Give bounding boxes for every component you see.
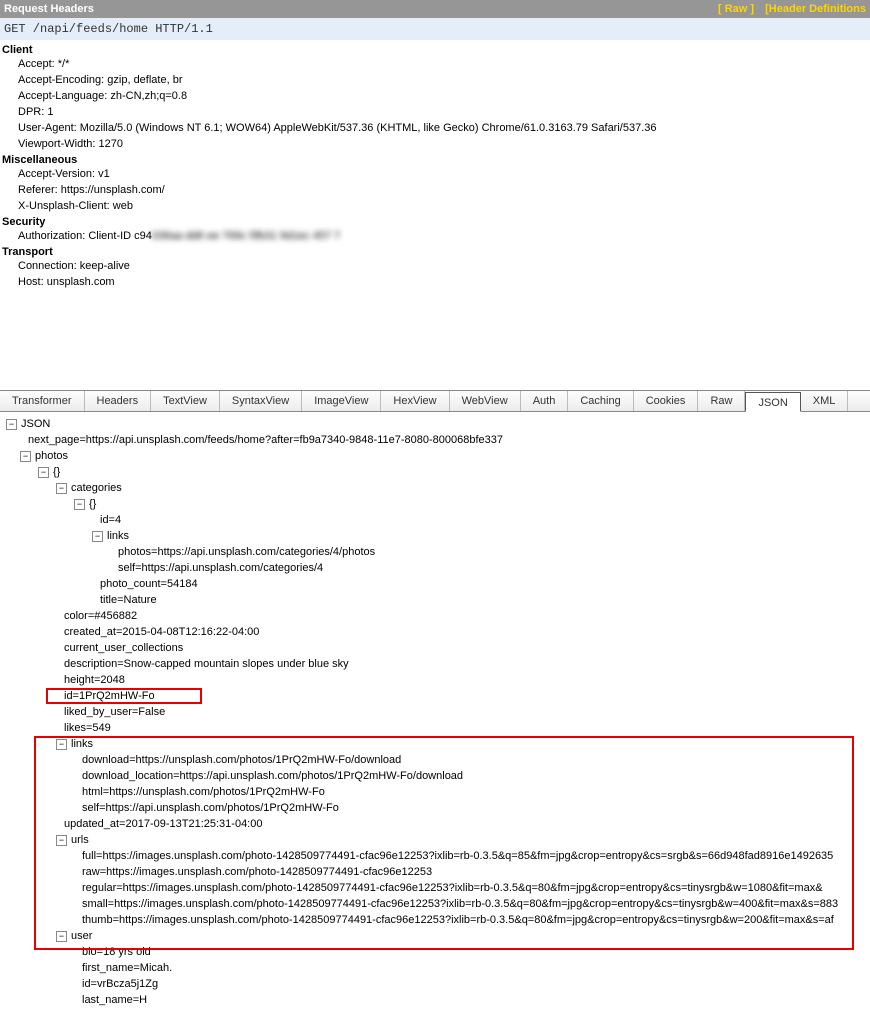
node-raw[interactable]: raw=https://images.unsplash.com/photo-14… <box>82 866 432 878</box>
hdr-accept: Accept: */* <box>0 56 870 72</box>
hdr-viewport-width: Viewport-Width: 1270 <box>0 136 870 152</box>
node-updated[interactable]: updated_at=2017-09-13T21:25:31-04:00 <box>64 818 262 830</box>
node-color[interactable]: color=#456882 <box>64 610 137 622</box>
tab-webview[interactable]: WebView <box>450 391 521 411</box>
tab-imageview[interactable]: ImageView <box>302 391 381 411</box>
hdr-accept-language: Accept-Language: zh-CN,zh;q=0.8 <box>0 88 870 104</box>
hdr-referer: Referer: https://unsplash.com/ <box>0 182 870 198</box>
node-cat-links[interactable]: links <box>107 530 129 542</box>
request-line: GET /napi/feeds/home HTTP/1.1 <box>0 18 870 40</box>
response-tabs: Transformer Headers TextView SyntaxView … <box>0 390 870 412</box>
node-user-id[interactable]: id=vrBcza5j1Zg <box>82 978 158 990</box>
tab-raw[interactable]: Raw <box>698 391 745 411</box>
panel-title: Request Headers <box>4 2 94 16</box>
hdr-accept-encoding: Accept-Encoding: gzip, deflate, br <box>0 72 870 88</box>
node-liked[interactable]: liked_by_user=False <box>64 706 165 718</box>
node-urls[interactable]: urls <box>71 834 89 846</box>
group-misc: Miscellaneous <box>0 154 870 166</box>
tab-json[interactable]: JSON <box>745 392 800 412</box>
node-cat-id[interactable]: id=4 <box>100 514 121 526</box>
hdr-dpr: DPR: 1 <box>0 104 870 120</box>
node-photos[interactable]: photos <box>35 450 68 462</box>
node-links[interactable]: links <box>71 738 93 750</box>
tab-textview[interactable]: TextView <box>151 391 220 411</box>
node-photo-count[interactable]: photo_count=54184 <box>100 578 198 590</box>
json-tree-panel: −JSON next_page=https://api.unsplash.com… <box>0 412 870 1012</box>
group-transport: Transport <box>0 246 870 258</box>
node-likes[interactable]: likes=549 <box>64 722 111 734</box>
node-cat-self[interactable]: self=https://api.unsplash.com/categories… <box>118 562 323 574</box>
node-regular[interactable]: regular=https://images.unsplash.com/phot… <box>82 882 823 894</box>
node-categories[interactable]: categories <box>71 482 122 494</box>
node-small[interactable]: small=https://images.unsplash.com/photo-… <box>82 898 838 910</box>
group-client: Client <box>0 44 870 56</box>
node-dloc[interactable]: download_location=https://api.unsplash.c… <box>82 770 463 782</box>
node-cuc[interactable]: current_user_collections <box>64 642 183 654</box>
hdr-authorization: Authorization: Client-ID c94036aa dd6 ee… <box>0 228 870 244</box>
node-obj[interactable]: {} <box>53 466 60 478</box>
tab-syntaxview[interactable]: SyntaxView <box>220 391 302 411</box>
hdr-connection: Connection: keep-alive <box>0 258 870 274</box>
node-last-name[interactable]: last_name=H <box>82 994 147 1006</box>
panel-header: Request Headers [ Raw ] [Header Definiti… <box>0 0 870 18</box>
node-cat-title[interactable]: title=Nature <box>100 594 157 606</box>
collapse-icon[interactable]: − <box>56 835 67 846</box>
node-bio[interactable]: bio=18 yrs old <box>82 946 151 958</box>
collapse-icon[interactable]: − <box>6 419 17 430</box>
header-links: [ Raw ] [Header Definitions <box>710 2 866 16</box>
tab-transformer[interactable]: Transformer <box>0 391 85 411</box>
node-user[interactable]: user <box>71 930 92 942</box>
node-cat-obj[interactable]: {} <box>89 498 96 510</box>
header-definitions-link[interactable]: [Header Definitions <box>765 3 866 15</box>
headers-panel: Client Accept: */* Accept-Encoding: gzip… <box>0 40 870 390</box>
collapse-icon[interactable]: − <box>56 931 67 942</box>
collapse-icon[interactable]: − <box>74 499 85 510</box>
node-json[interactable]: JSON <box>21 418 50 430</box>
tab-cookies[interactable]: Cookies <box>634 391 699 411</box>
tab-auth[interactable]: Auth <box>521 391 569 411</box>
json-tree[interactable]: −JSON next_page=https://api.unsplash.com… <box>6 416 864 1008</box>
tab-hexview[interactable]: HexView <box>381 391 449 411</box>
node-height[interactable]: height=2048 <box>64 674 125 686</box>
raw-link[interactable]: [ Raw ] <box>718 3 754 15</box>
tab-caching[interactable]: Caching <box>568 391 633 411</box>
collapse-icon[interactable]: − <box>38 467 49 478</box>
node-id[interactable]: id=1PrQ2mHW-Fo <box>64 690 155 702</box>
node-description[interactable]: description=Snow-capped mountain slopes … <box>64 658 349 670</box>
group-security: Security <box>0 216 870 228</box>
node-html[interactable]: html=https://unsplash.com/photos/1PrQ2mH… <box>82 786 325 798</box>
node-first-name[interactable]: first_name=Micah. <box>82 962 172 974</box>
node-self[interactable]: self=https://api.unsplash.com/photos/1Pr… <box>82 802 339 814</box>
tab-headers[interactable]: Headers <box>85 391 152 411</box>
hdr-accept-version: Accept-Version: v1 <box>0 166 870 182</box>
node-full[interactable]: full=https://images.unsplash.com/photo-1… <box>82 850 833 862</box>
collapse-icon[interactable]: − <box>56 483 67 494</box>
node-dl[interactable]: download=https://unsplash.com/photos/1Pr… <box>82 754 401 766</box>
node-created-at[interactable]: created_at=2015-04-08T12:16:22-04:00 <box>64 626 259 638</box>
collapse-icon[interactable]: − <box>56 739 67 750</box>
hdr-user-agent: User-Agent: Mozilla/5.0 (Windows NT 6.1;… <box>0 120 870 136</box>
tab-xml[interactable]: XML <box>801 391 849 411</box>
node-thumb[interactable]: thumb=https://images.unsplash.com/photo-… <box>82 914 834 926</box>
node-next-page[interactable]: next_page=https://api.unsplash.com/feeds… <box>28 434 503 446</box>
hdr-x-unsplash-client: X-Unsplash-Client: web <box>0 198 870 214</box>
auth-prefix: Authorization: Client-ID c94 <box>18 230 152 242</box>
node-cat-photos[interactable]: photos=https://api.unsplash.com/categori… <box>118 546 375 558</box>
collapse-icon[interactable]: − <box>20 451 31 462</box>
auth-masked: 036aa dd6 ee 769c 5fb31 9d1ec 457 7 <box>152 228 340 244</box>
hdr-host: Host: unsplash.com <box>0 274 870 290</box>
collapse-icon[interactable]: − <box>92 531 103 542</box>
